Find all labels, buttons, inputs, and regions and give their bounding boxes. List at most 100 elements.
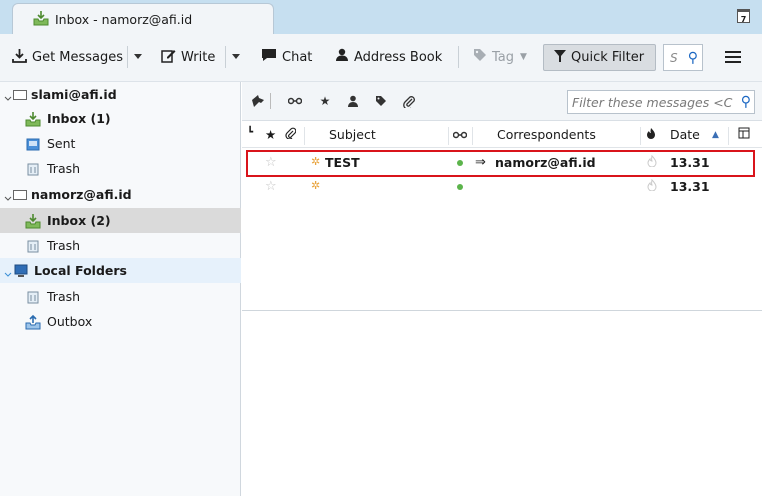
contact-filter-icon[interactable]	[346, 94, 360, 108]
col-divider	[728, 127, 729, 145]
chat-button[interactable]: Chat	[261, 45, 312, 69]
attachment-column-icon[interactable]	[285, 127, 297, 142]
write-dropdown-icon[interactable]	[232, 54, 240, 59]
write-button[interactable]: Write	[161, 45, 215, 69]
get-messages-dropdown-icon[interactable]	[134, 54, 142, 59]
sticky-pin-icon[interactable]	[250, 94, 264, 108]
account-name: slami@afi.id	[31, 87, 117, 102]
main-toolbar: Get Messages Write Chat Address Book Tag…	[0, 34, 762, 82]
col-divider	[472, 127, 473, 145]
column-date[interactable]: Date	[670, 127, 700, 142]
sent-icon	[25, 136, 41, 152]
folder-label: Inbox (2)	[47, 213, 111, 228]
star-toggle-icon[interactable]: ☆	[265, 179, 277, 194]
folder-inbox-selected[interactable]: Inbox (2)	[0, 208, 241, 233]
inbox-icon	[25, 213, 41, 229]
sort-ascending-icon: ▲	[712, 130, 719, 140]
inbox-tab-icon	[33, 10, 49, 29]
column-picker-icon[interactable]	[738, 127, 750, 142]
starred-filter-icon[interactable]: ★	[318, 94, 332, 108]
folder-trash[interactable]: Trash	[0, 233, 241, 258]
tag-button[interactable]: Tag ▼	[473, 45, 527, 69]
quick-filter-bar: ★ Filter these messages <C ⚲	[242, 82, 762, 121]
filter-placeholder: Filter these messages <C	[572, 94, 733, 110]
message-preview-splitter[interactable]	[242, 310, 762, 311]
tab-inbox[interactable]: Inbox - namorz@afi.id	[12, 3, 274, 34]
junk-column-icon[interactable]	[646, 127, 656, 142]
attachment-filter-icon[interactable]	[402, 94, 416, 108]
unread-dot-icon[interactable]	[457, 184, 463, 190]
search-placeholder: S	[670, 50, 678, 65]
message-list-pane: ★ Filter these messages <C ⚲ ┗ ★ Subject…	[242, 82, 762, 496]
col-divider	[448, 127, 449, 145]
tab-strip: Inbox - namorz@afi.id 7	[0, 0, 762, 34]
trash-icon	[25, 289, 41, 305]
junk-status-icon[interactable]	[647, 178, 657, 194]
folder-label: Local Folders	[34, 263, 127, 278]
tag-icon	[473, 48, 487, 66]
computer-icon	[13, 263, 29, 279]
get-messages-label: Get Messages	[32, 49, 124, 65]
tag-filter-icon[interactable]	[374, 94, 388, 108]
get-messages-button[interactable]: Get Messages	[12, 45, 123, 69]
contact-icon	[335, 48, 349, 66]
trash-icon	[25, 238, 41, 254]
thread-column-icon[interactable]: ┗	[247, 127, 253, 138]
folder-label: Sent	[47, 136, 76, 151]
account-name: namorz@afi.id	[31, 187, 132, 202]
column-header: ┗ ★ Subject Correspondents Date ▲	[242, 122, 762, 148]
selected-message-highlight	[246, 150, 755, 177]
address-book-button[interactable]: Address Book	[335, 45, 442, 69]
pencil-icon	[161, 48, 176, 67]
chevron-down-icon[interactable]	[4, 267, 12, 277]
address-book-label: Address Book	[354, 49, 443, 65]
search-icon: ⚲	[740, 94, 751, 110]
quick-filter-button[interactable]: Quick Filter	[543, 44, 656, 71]
chevron-down-icon[interactable]	[4, 91, 12, 101]
inbox-icon	[25, 111, 41, 127]
chat-bubble-icon	[261, 48, 277, 66]
trash-icon	[25, 161, 41, 177]
star-column-icon[interactable]: ★	[265, 127, 276, 142]
global-search-input[interactable]: S ⚲	[663, 44, 703, 71]
toolbar-divider	[225, 46, 226, 68]
menu-icon[interactable]	[725, 51, 741, 63]
outbox-icon	[25, 314, 41, 330]
account-slami[interactable]: slami@afi.id	[0, 82, 241, 107]
unread-column-icon[interactable]	[452, 127, 468, 142]
tag-dropdown-icon: ▼	[520, 52, 527, 62]
folder-label: Trash	[47, 289, 81, 304]
chevron-down-icon[interactable]	[4, 191, 12, 201]
toolbar-divider	[127, 46, 128, 68]
tag-label: Tag	[492, 49, 515, 65]
download-icon	[12, 48, 27, 67]
folder-sent[interactable]: Sent	[0, 131, 241, 156]
column-subject[interactable]: Subject	[329, 127, 376, 142]
col-divider	[640, 127, 641, 145]
folder-trash[interactable]: Trash	[0, 156, 241, 181]
column-correspondents[interactable]: Correspondents	[497, 127, 596, 142]
search-icon[interactable]: ⚲	[688, 50, 698, 66]
col-divider	[304, 127, 305, 145]
folder-label: Trash	[47, 161, 81, 176]
new-message-icon: ✲	[311, 179, 321, 192]
folder-trash[interactable]: Trash	[0, 284, 241, 309]
qf-divider	[270, 93, 271, 109]
folder-label: Inbox (1)	[47, 111, 111, 126]
unread-filter-icon[interactable]	[288, 94, 302, 108]
toolbar-divider	[458, 46, 459, 68]
quick-filter-label: Quick Filter	[571, 50, 645, 65]
filter-messages-input[interactable]: Filter these messages <C ⚲	[567, 90, 755, 114]
funnel-icon	[554, 49, 566, 66]
mail-account-icon	[13, 89, 27, 100]
write-label: Write	[181, 49, 216, 65]
folder-inbox[interactable]: Inbox (1)	[0, 106, 241, 131]
local-folders[interactable]: Local Folders	[0, 258, 241, 283]
folder-pane: slami@afi.id Inbox (1) Sent Trash namorz…	[0, 82, 241, 496]
message-date: 13.31	[670, 179, 710, 194]
calendar-icon[interactable]: 7	[737, 9, 750, 24]
account-namorz[interactable]: namorz@afi.id	[0, 182, 241, 207]
message-row[interactable]: ☆ ✲ 13.31	[242, 176, 762, 198]
folder-label: Trash	[47, 238, 81, 253]
folder-outbox[interactable]: Outbox	[0, 309, 241, 334]
